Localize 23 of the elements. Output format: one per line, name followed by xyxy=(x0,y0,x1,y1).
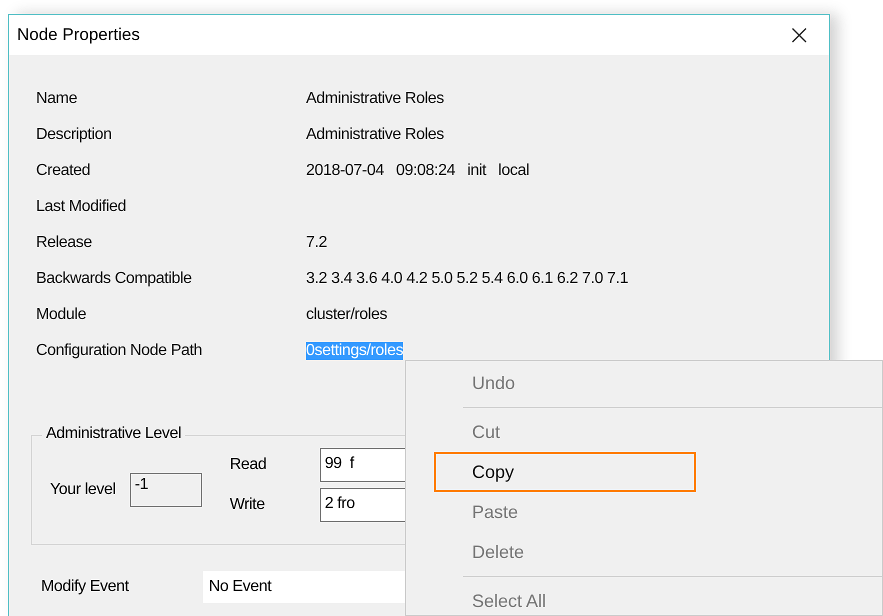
property-value: 0settings/roles xyxy=(306,342,404,360)
property-label: Created xyxy=(36,162,92,180)
field-label: Read xyxy=(230,456,268,474)
property-value: 7.2 xyxy=(306,234,328,252)
property-value: 2018-07-04 09:08:24 init local xyxy=(306,162,530,180)
level-field: -1 xyxy=(130,473,202,507)
property-value: 3.2 3.4 3.6 4.0 4.2 5.0 5.2 5.4 6.0 6.1 6.2 7.0 7.1 xyxy=(306,270,628,288)
property-value: cluster/roles xyxy=(306,306,388,324)
field-label: Modify Event xyxy=(41,578,129,596)
property-label: Configuration Node Path xyxy=(36,342,204,360)
property-label: Description xyxy=(36,126,113,144)
property-label: Backwards Compatible xyxy=(36,270,193,288)
property-label: Last Modified xyxy=(36,198,127,216)
property-label: Module xyxy=(36,306,88,324)
property-label: Release xyxy=(36,234,93,252)
window-title: Node Properties xyxy=(17,25,140,45)
property-value: Administrative Roles xyxy=(306,90,444,108)
field-label: Write xyxy=(230,496,266,514)
close-button[interactable]: × xyxy=(784,21,815,49)
field-label: Your level xyxy=(50,481,116,499)
property-value: Administrative Roles xyxy=(306,126,444,144)
property-label: Name xyxy=(36,90,78,108)
menu-item[interactable]: Copy xyxy=(434,452,696,492)
